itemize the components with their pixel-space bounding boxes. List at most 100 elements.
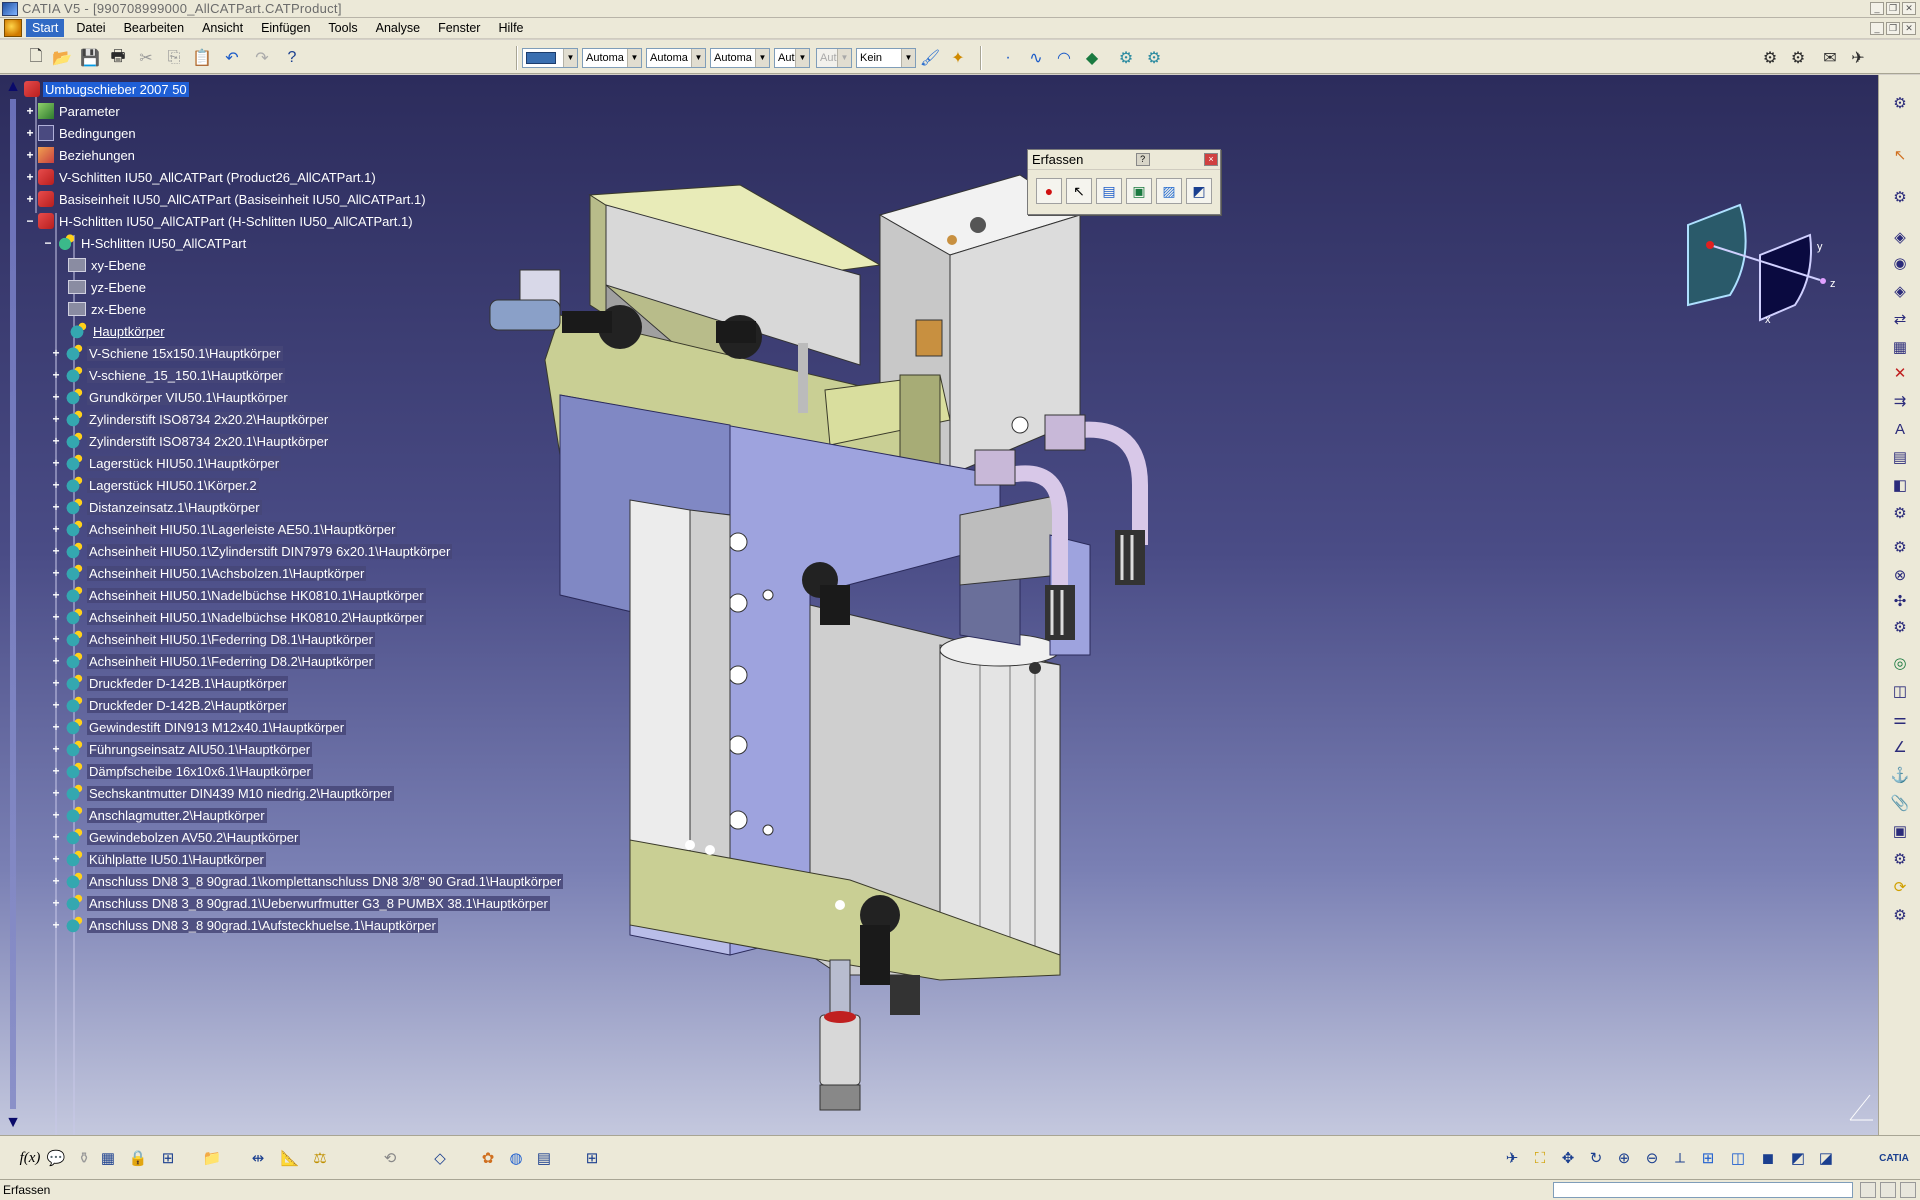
tree-body-item[interactable]: + V-schiene_15_150.1\Hauptkörper: [50, 365, 285, 385]
constraint-update-icon[interactable]: ⟲: [378, 1146, 402, 1170]
expand-icon[interactable]: +: [50, 347, 62, 359]
new-product-icon[interactable]: ◈: [1888, 225, 1912, 249]
menu-ansicht[interactable]: Ansicht: [196, 19, 249, 37]
compass-origin[interactable]: [1706, 241, 1714, 249]
expand-icon[interactable]: +: [50, 501, 62, 513]
expand-icon[interactable]: +: [50, 611, 62, 623]
expand-icon[interactable]: +: [50, 809, 62, 821]
table-icon[interactable]: ▦: [96, 1146, 120, 1170]
curve-icon[interactable]: ∿: [1024, 46, 1048, 70]
tree-plane-yz[interactable]: yz-Ebene: [68, 277, 148, 297]
coincidence-constraint-icon[interactable]: ◎: [1888, 651, 1912, 675]
text-icon[interactable]: A: [1888, 417, 1912, 441]
tree-part[interactable]: − H-Schlitten IU50_AllCATPart: [42, 233, 248, 253]
capture-screen-icon[interactable]: ▣: [1126, 178, 1152, 204]
update-icon[interactable]: ⟳: [1888, 875, 1912, 899]
lock-icon[interactable]: 🔒: [126, 1146, 150, 1170]
tree-body-item[interactable]: + Lagerstück HIU50.1\Hauptkörper: [50, 453, 282, 473]
tree-body-item[interactable]: + Grundkörper VIU50.1\Hauptkörper: [50, 387, 290, 407]
expand-icon[interactable]: +: [24, 149, 36, 161]
graph-tree-icon[interactable]: ▦: [1888, 335, 1912, 359]
copy-icon[interactable]: ⎘: [162, 46, 186, 70]
cut-icon[interactable]: ✂: [134, 46, 158, 70]
grid-icon[interactable]: ⊞: [580, 1146, 604, 1170]
tree-body-item[interactable]: + Achseinheit HIU50.1\Lagerleiste AE50.1\…: [50, 519, 398, 539]
menu-analyse[interactable]: Analyse: [370, 19, 426, 37]
part-design-icon[interactable]: ⚙: [1114, 46, 1138, 70]
rotate-icon[interactable]: ↻: [1584, 1146, 1608, 1170]
tree-body-item[interactable]: + Kühlplatte IU50.1\Hauptkörper: [50, 849, 266, 869]
tree-body-item[interactable]: + Dämpfscheibe 16x10x6.1\Hauptkörper: [50, 761, 313, 781]
expand-icon[interactable]: +: [50, 633, 62, 645]
scene-icon[interactable]: ◇: [428, 1146, 452, 1170]
tree-body-item[interactable]: + Druckfeder D-142B.1\Hauptkörper: [50, 673, 289, 693]
existing-component-icon[interactable]: ◈: [1888, 279, 1912, 303]
status-button-1[interactable]: [1860, 1182, 1876, 1198]
quick-constraint-icon[interactable]: ▣: [1888, 819, 1912, 843]
record-icon[interactable]: ●: [1036, 178, 1062, 204]
open-folder-icon[interactable]: 📂: [50, 46, 74, 70]
expand-icon[interactable]: +: [24, 105, 36, 117]
expand-icon[interactable]: +: [24, 171, 36, 183]
tree-body-item[interactable]: + Zylinderstift ISO8734 2x20.2\Hauptkörpe…: [50, 409, 331, 429]
measure-between-icon[interactable]: ⇹: [246, 1146, 270, 1170]
generate-numbering-icon[interactable]: ✕: [1888, 361, 1912, 385]
expand-icon[interactable]: +: [50, 435, 62, 447]
tree-root[interactable]: Umbugschieber 2007 50: [24, 79, 189, 99]
scroll-up-arrow-icon[interactable]: ▲: [2, 77, 24, 97]
restore-button[interactable]: ❐: [1886, 2, 1900, 15]
tree-body-item[interactable]: + Führungseinsatz AIU50.1\Hauptkörper: [50, 739, 313, 759]
normal-view-icon[interactable]: ⟂: [1668, 1146, 1692, 1170]
redo-icon[interactable]: ↷: [250, 46, 274, 70]
erfassen-toolbar[interactable]: Erfassen ? × ● ↖ ▤ ▣ ▨ ◩: [1027, 149, 1221, 215]
knowledge-disabled-icon[interactable]: ⚱: [72, 1146, 96, 1170]
explode-icon[interactable]: ✣: [1888, 589, 1912, 613]
analysis-icon[interactable]: ▤: [532, 1146, 556, 1170]
line-thickness-combo[interactable]: Automa ▼: [646, 48, 706, 68]
fix-together-icon[interactable]: 📎: [1888, 791, 1912, 815]
tree-body-item[interactable]: + Zylinderstift ISO8734 2x20.1\Hauptkörpe…: [50, 431, 331, 451]
component-insert-icon[interactable]: ⚙: [1888, 185, 1912, 209]
expand-icon[interactable]: +: [50, 655, 62, 667]
expand-icon[interactable]: +: [50, 545, 62, 557]
expand-icon[interactable]: +: [50, 369, 62, 381]
menu-datei[interactable]: Datei: [70, 19, 111, 37]
formula-icon[interactable]: f(x): [18, 1146, 42, 1170]
tree-body-item[interactable]: + Druckfeder D-142B.2\Hauptkörper: [50, 695, 289, 715]
status-button-2[interactable]: [1880, 1182, 1896, 1198]
measure-item-icon[interactable]: 📐: [278, 1146, 302, 1170]
layer-combo-disabled[interactable]: Aut ▼: [816, 48, 852, 68]
whats-this-icon[interactable]: ?: [280, 46, 304, 70]
catalog-gears-icon[interactable]: ⚙: [1758, 46, 1782, 70]
measure-inertia-icon[interactable]: ⚖: [308, 1146, 332, 1170]
reuse-pattern-icon[interactable]: ⚙: [1888, 903, 1912, 927]
command-input[interactable]: [1553, 1182, 1853, 1198]
tree-body-item[interactable]: + Achseinheit HIU50.1\Federring D8.1\Haup…: [50, 629, 375, 649]
stop-manipulate-icon[interactable]: ⚙: [1888, 615, 1912, 639]
shading-icon[interactable]: ◼: [1756, 1146, 1780, 1170]
tree-body-item[interactable]: + Achseinheit HIU50.1\Zylinderstift DIN79…: [50, 541, 453, 561]
expand-icon[interactable]: +: [50, 919, 62, 931]
expand-icon[interactable]: +: [50, 479, 62, 491]
tree-v-schlitten[interactable]: + V-Schlitten IU50_AllCATPart (Product26…: [24, 167, 378, 187]
status-button-3[interactable]: [1900, 1182, 1916, 1198]
contact-constraint-icon[interactable]: ◫: [1888, 679, 1912, 703]
menu-bearbeiten[interactable]: Bearbeiten: [118, 19, 190, 37]
tree-bedingungen[interactable]: + Bedingungen: [24, 123, 138, 143]
menu-tools[interactable]: Tools: [322, 19, 363, 37]
color-combo[interactable]: ▼: [522, 48, 578, 68]
tree-plane-xy[interactable]: xy-Ebene: [68, 255, 148, 275]
render-settings-icon[interactable]: ✉: [1818, 46, 1842, 70]
multi-view-icon[interactable]: ⊞: [1696, 1146, 1720, 1170]
compass-yz-plane[interactable]: [1687, 203, 1747, 307]
expand-icon[interactable]: +: [50, 391, 62, 403]
capture-album-icon[interactable]: ◩: [1186, 178, 1212, 204]
tree-body-item[interactable]: + Achseinheit HIU50.1\Nadelbüchse HK0810.…: [50, 585, 426, 605]
tree-body-item[interactable]: + Achseinheit HIU50.1\Nadelbüchse HK0810.…: [50, 607, 426, 627]
capture-options-icon[interactable]: ▤: [1096, 178, 1122, 204]
expand-icon[interactable]: +: [50, 787, 62, 799]
undo-icon[interactable]: ↶: [220, 46, 244, 70]
tree-body-item[interactable]: + Sechskantmutter DIN439 M10 niedrig.2\Ha…: [50, 783, 394, 803]
compass-xy-plane[interactable]: [1759, 233, 1812, 322]
catalog-browser-icon[interactable]: 📁: [200, 1146, 224, 1170]
